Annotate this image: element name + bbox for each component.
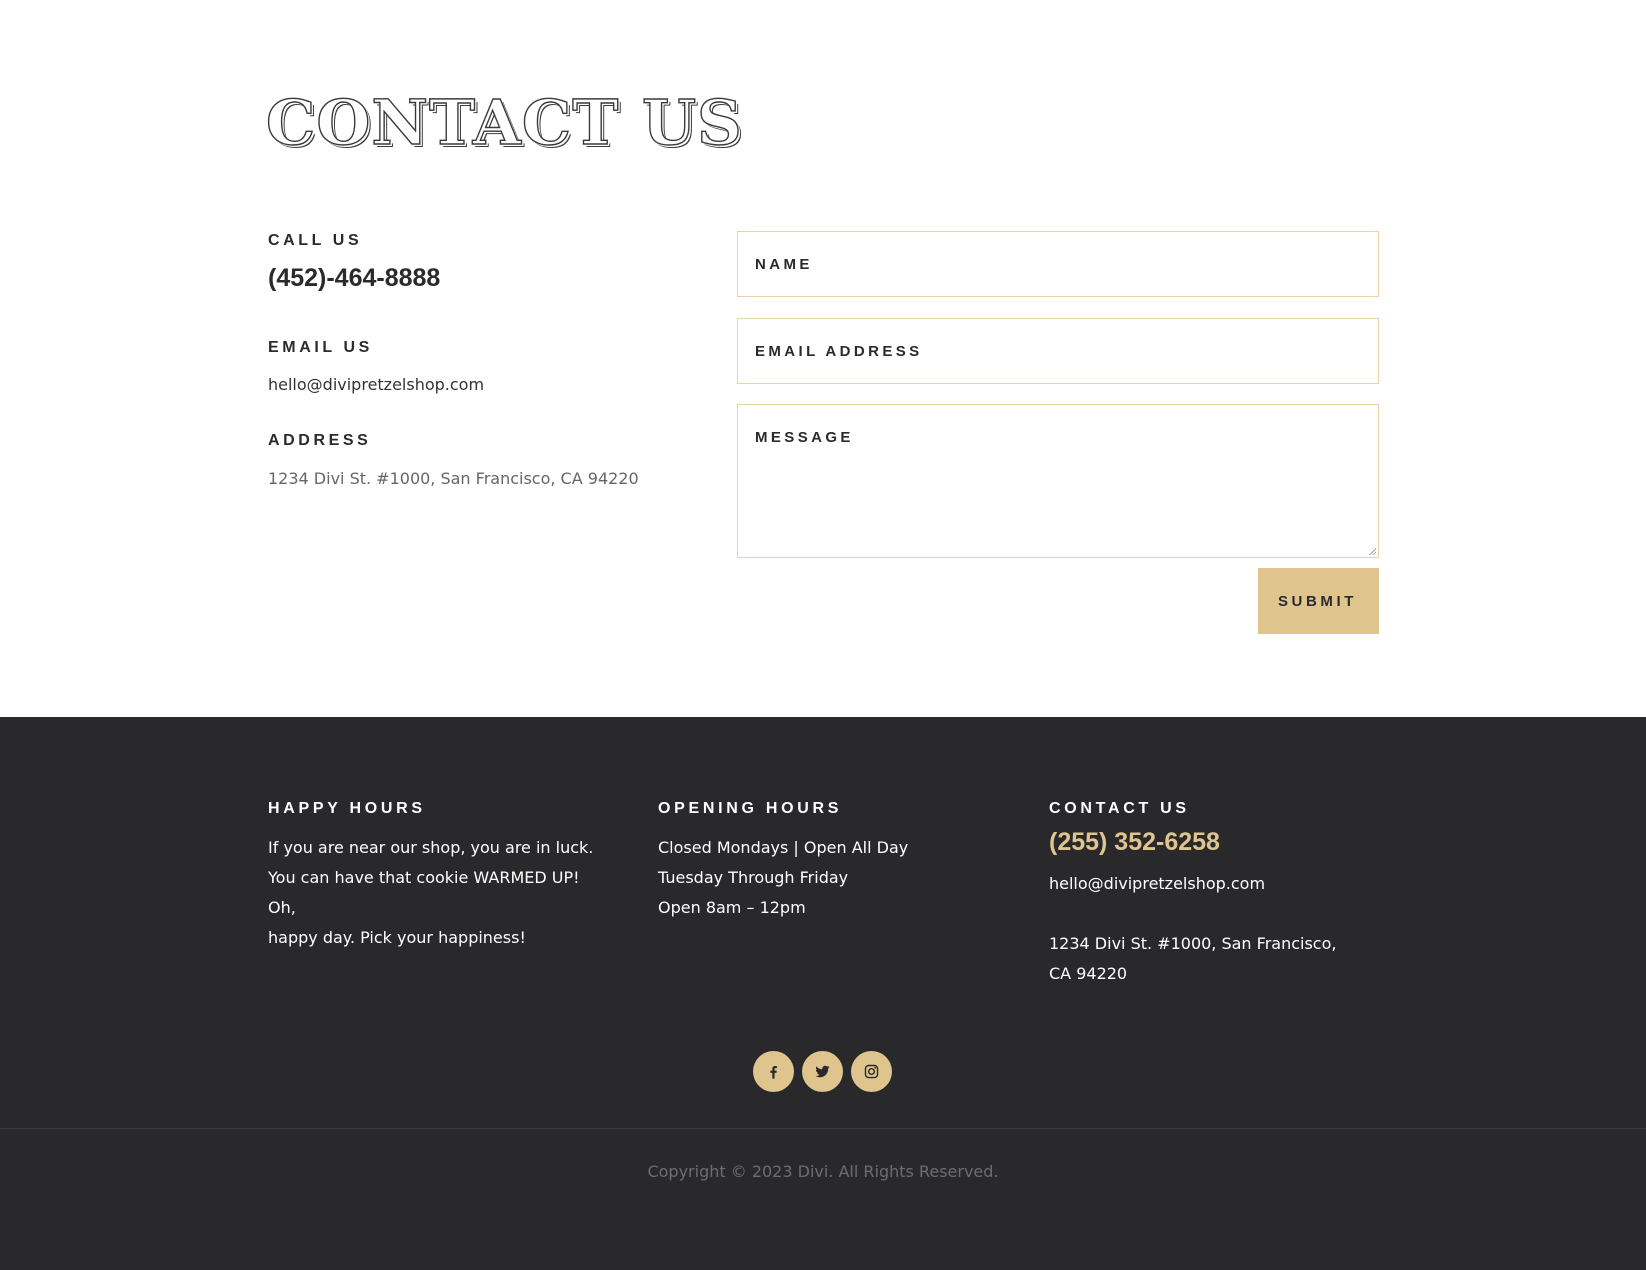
social-links (753, 1051, 892, 1092)
footer-phone[interactable]: (255) 352-6258 (1049, 828, 1389, 857)
contact-address: 1234 Divi St. #1000, San Francisco, CA 9… (268, 469, 639, 488)
name-field[interactable]: NAME (737, 231, 1379, 297)
email-field[interactable]: EMAIL ADDRESS (737, 318, 1379, 384)
email-placeholder: EMAIL ADDRESS (755, 343, 923, 360)
contact-phone[interactable]: (452)-464-8888 (268, 264, 440, 293)
submit-button[interactable]: SUBMIT (1258, 568, 1379, 634)
opening-hours-text: Closed Mondays | Open All Day Tuesday Th… (658, 833, 998, 923)
opening-hours-line: Open 8am – 12pm (658, 898, 806, 917)
email-us-label: EMAIL US (268, 339, 373, 356)
footer-address: 1234 Divi St. #1000, San Francisco, CA 9… (1049, 934, 1337, 983)
happy-hours-line: You can have that cookie WARMED UP! Oh, (268, 868, 580, 917)
address-label: ADDRESS (268, 432, 372, 449)
message-placeholder: MESSAGE (755, 429, 854, 446)
copyright: Copyright © 2023 Divi. All Rights Reserv… (647, 1162, 999, 1181)
facebook-icon[interactable] (753, 1051, 794, 1092)
footer-email[interactable]: hello@divipretzelshop.com (1049, 869, 1389, 899)
message-field[interactable]: MESSAGE (737, 404, 1379, 558)
happy-hours-line: If you are near our shop, you are in luc… (268, 838, 594, 857)
call-us-label: CALL US (268, 232, 363, 249)
contact-section: CONTACT US CALL US (452)-464-8888 EMAIL … (0, 0, 1646, 717)
opening-hours-line: Tuesday Through Friday (658, 868, 849, 887)
footer-divider (0, 1128, 1646, 1129)
footer: HAPPY HOURS If you are near our shop, yo… (0, 717, 1646, 1270)
footer-contact-heading: CONTACT US (1049, 800, 1190, 817)
happy-hours-text: If you are near our shop, you are in luc… (268, 833, 608, 953)
footer-contact-column: CONTACT US (255) 352-6258 hello@divipret… (1049, 800, 1389, 989)
resize-handle[interactable] (1369, 548, 1376, 555)
contact-email[interactable]: hello@divipretzelshop.com (268, 375, 484, 394)
happy-hours-column: HAPPY HOURS If you are near our shop, yo… (268, 800, 608, 953)
happy-hours-heading: HAPPY HOURS (268, 800, 426, 817)
opening-hours-column: OPENING HOURS Closed Mondays | Open All … (658, 800, 998, 923)
twitter-icon[interactable] (802, 1051, 843, 1092)
opening-hours-heading: OPENING HOURS (658, 800, 843, 817)
name-placeholder: NAME (755, 256, 813, 273)
opening-hours-line: Closed Mondays | Open All Day (658, 838, 909, 857)
instagram-icon[interactable] (851, 1051, 892, 1092)
page-title: CONTACT US (265, 86, 743, 159)
happy-hours-line: happy day. Pick your happiness! (268, 928, 526, 947)
